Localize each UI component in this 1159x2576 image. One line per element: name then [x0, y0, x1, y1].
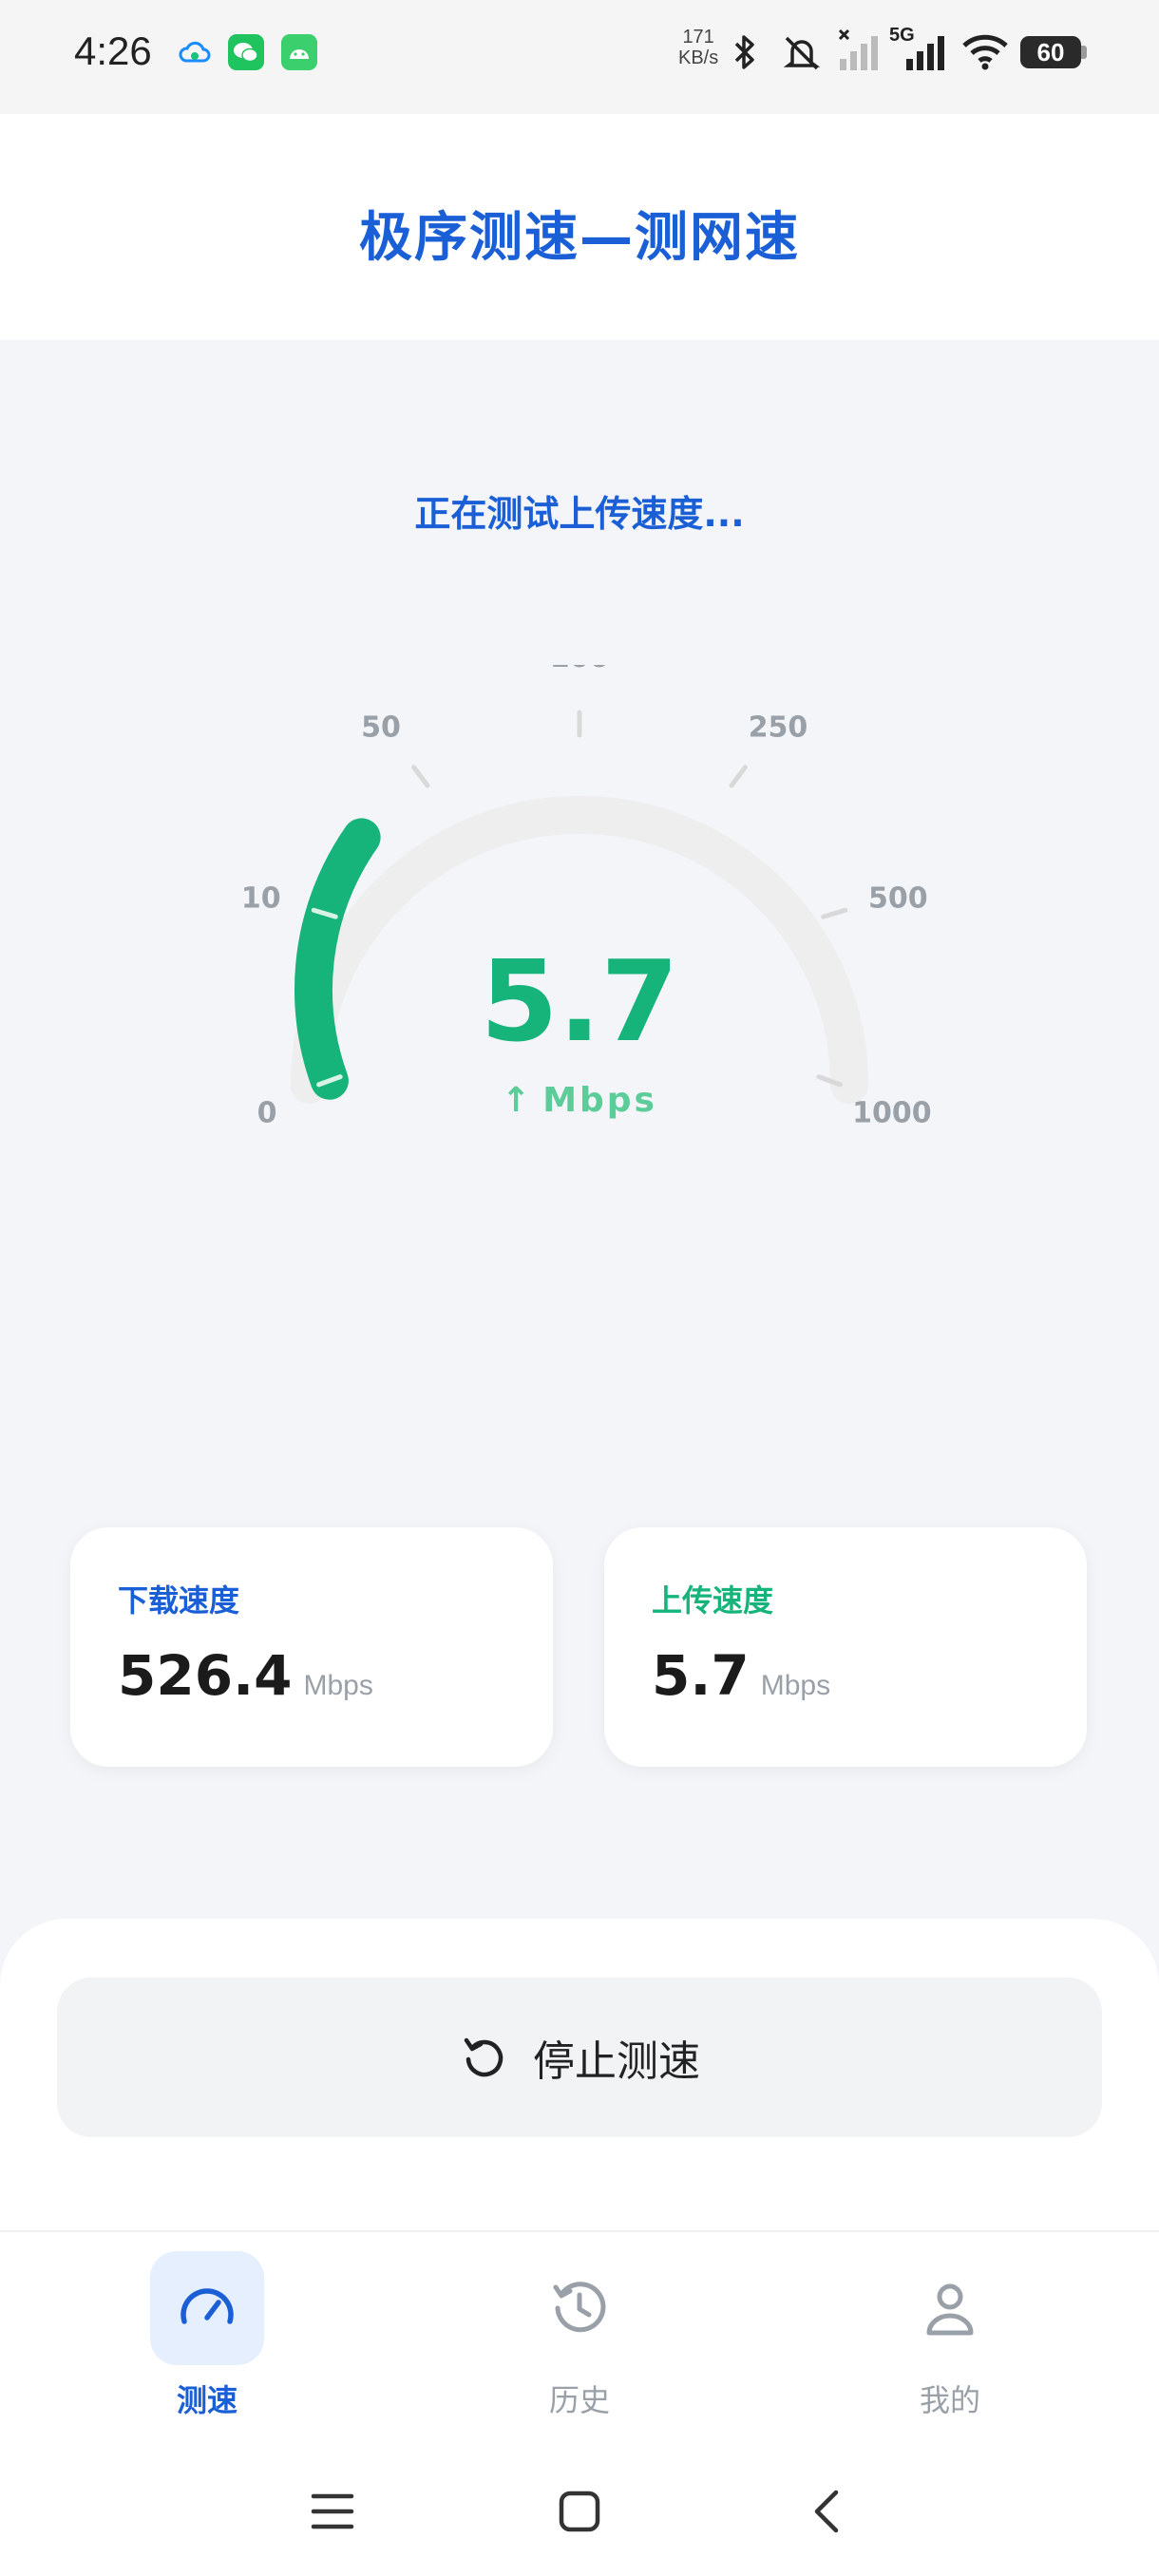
speedometer-icon [180, 2288, 234, 2324]
gauge-tick-50 [411, 765, 430, 788]
test-status-text: 正在测试上传速度... [414, 493, 745, 535]
app-header: 极序测速—测网速 [0, 114, 1159, 340]
nav-label-history: 历史 [548, 2382, 610, 2418]
menu-icon[interactable] [310, 2491, 355, 2532]
nav-tab-profile[interactable]: 我的 [808, 2232, 1092, 2451]
current-speed-unit: Mbps [542, 1081, 657, 1120]
status-bar: 4:26 171 KB/s 5G 60 [0, 0, 1159, 114]
upload-value-row: 5.7 Mbps [652, 1643, 830, 1708]
stop-test-label: 停止测速 [533, 2037, 700, 2086]
download-value: 526.4 [118, 1643, 293, 1708]
mute-icon [783, 36, 821, 70]
signal-off-icon [838, 28, 878, 70]
upload-value: 5.7 [652, 1643, 750, 1708]
battery-tip [1081, 46, 1087, 59]
upload-label: 上传速度 [652, 1582, 774, 1619]
system-navigation-bar [0, 2449, 1159, 2576]
gauge-tick-250 [729, 765, 748, 788]
net-speed: 171 KB/s [678, 27, 718, 68]
cloud-icon [179, 41, 211, 63]
up-arrow-icon: ↑ [502, 1081, 534, 1120]
nav-tab-speedtest[interactable]: 测速 [65, 2232, 350, 2451]
home-icon[interactable] [557, 2489, 602, 2534]
profile-icon [926, 2283, 974, 2336]
download-value-row: 526.4 Mbps [118, 1643, 373, 1708]
wechat-icon [228, 34, 264, 70]
gauge-label-50: 50 [361, 710, 401, 744]
net-speed-value: 171 [682, 27, 714, 47]
history-icon [553, 2282, 606, 2333]
bottom-navigation: 测速 历史 我的 [0, 2230, 1159, 2451]
wifi-icon [962, 34, 1008, 70]
download-label: 下载速度 [118, 1582, 240, 1619]
nav-label-speedtest: 测速 [176, 2382, 238, 2418]
signal-5g-icon [906, 36, 944, 70]
nav-tab-history[interactable]: 历史 [437, 2232, 722, 2451]
current-speed-unit-row: ↑ Mbps [0, 1081, 1159, 1120]
stop-test-button[interactable]: 停止测速 [57, 1978, 1102, 2137]
gauge-tick-500 [821, 907, 848, 919]
upload-result-card: 上传速度 5.7 Mbps [604, 1527, 1087, 1767]
bluetooth-icon [734, 35, 754, 69]
upload-unit: Mbps [760, 1670, 831, 1701]
net-speed-unit: KB/s [678, 47, 719, 68]
battery-icon: 60 [1020, 36, 1081, 68]
gauge-label-100: 100 [550, 665, 610, 674]
android-icon [281, 34, 317, 70]
gauge-label-250: 250 [749, 710, 808, 744]
current-speed-value: 5.7 [480, 936, 679, 1067]
gauge-label-10: 10 [241, 882, 281, 916]
gauge-label-500: 500 [868, 882, 928, 916]
nav-label-profile: 我的 [919, 2382, 980, 2418]
back-icon[interactable] [808, 2487, 846, 2536]
download-result-card: 下载速度 526.4 Mbps [70, 1527, 553, 1767]
download-unit: Mbps [303, 1670, 373, 1701]
restart-icon [464, 2037, 504, 2077]
status-time: 4:26 [74, 28, 152, 73]
page-title: 极序测速—测网速 [359, 207, 800, 269]
